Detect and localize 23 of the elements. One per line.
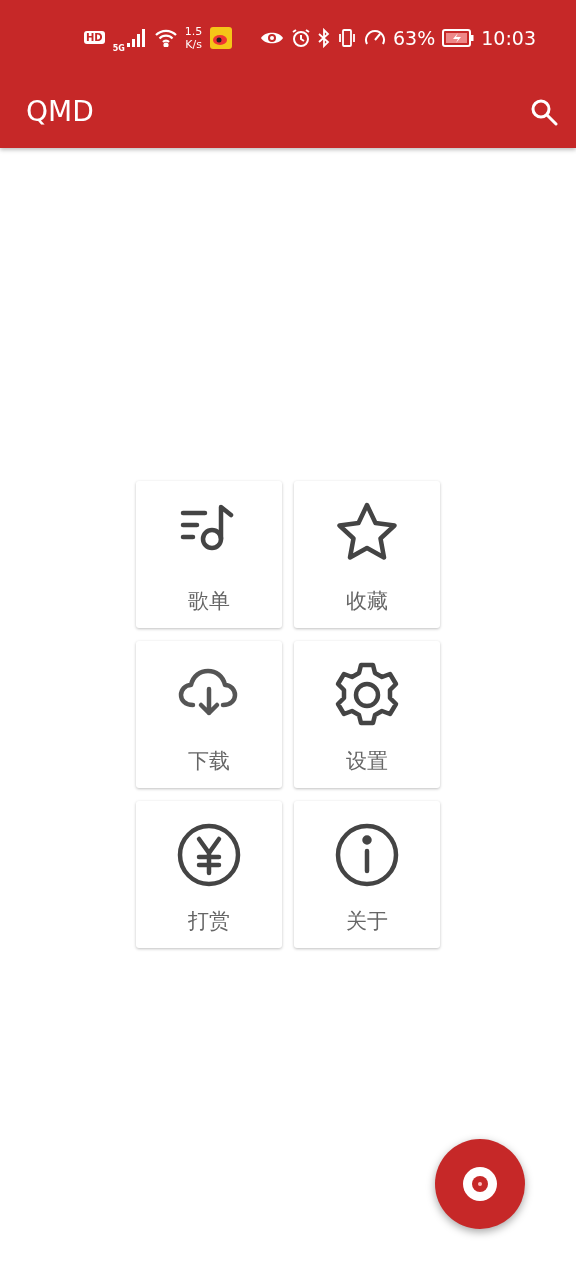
disc-icon <box>463 1167 497 1201</box>
menu-tile[interactable]: 歌单 <box>136 481 282 628</box>
menu-tile[interactable]: 打赏 <box>136 801 282 948</box>
clock-time: 10:03 <box>481 26 536 49</box>
menu-tile[interactable]: 关于 <box>294 801 440 948</box>
battery-icon <box>442 28 475 47</box>
battery-percent: 63% <box>393 26 436 49</box>
network-speed: 1.5 K/s <box>184 24 203 51</box>
signal-icon <box>126 28 147 47</box>
wifi-icon <box>154 28 177 47</box>
alarm-icon <box>291 27 311 48</box>
hd-badge: HD <box>84 31 105 44</box>
menu-tile[interactable]: 下载 <box>136 641 282 788</box>
app-title: QMD <box>26 95 94 128</box>
app-notification-icon <box>210 26 233 49</box>
bluetooth-icon <box>318 27 330 48</box>
vibrate-icon <box>337 27 357 48</box>
network-label: 5G <box>112 44 125 53</box>
search-button[interactable] <box>530 97 558 126</box>
menu-tile[interactable]: 设置 <box>294 641 440 788</box>
disc-button[interactable] <box>435 1139 525 1229</box>
search-icon <box>530 97 558 126</box>
menu-tile[interactable]: 收藏 <box>294 481 440 628</box>
